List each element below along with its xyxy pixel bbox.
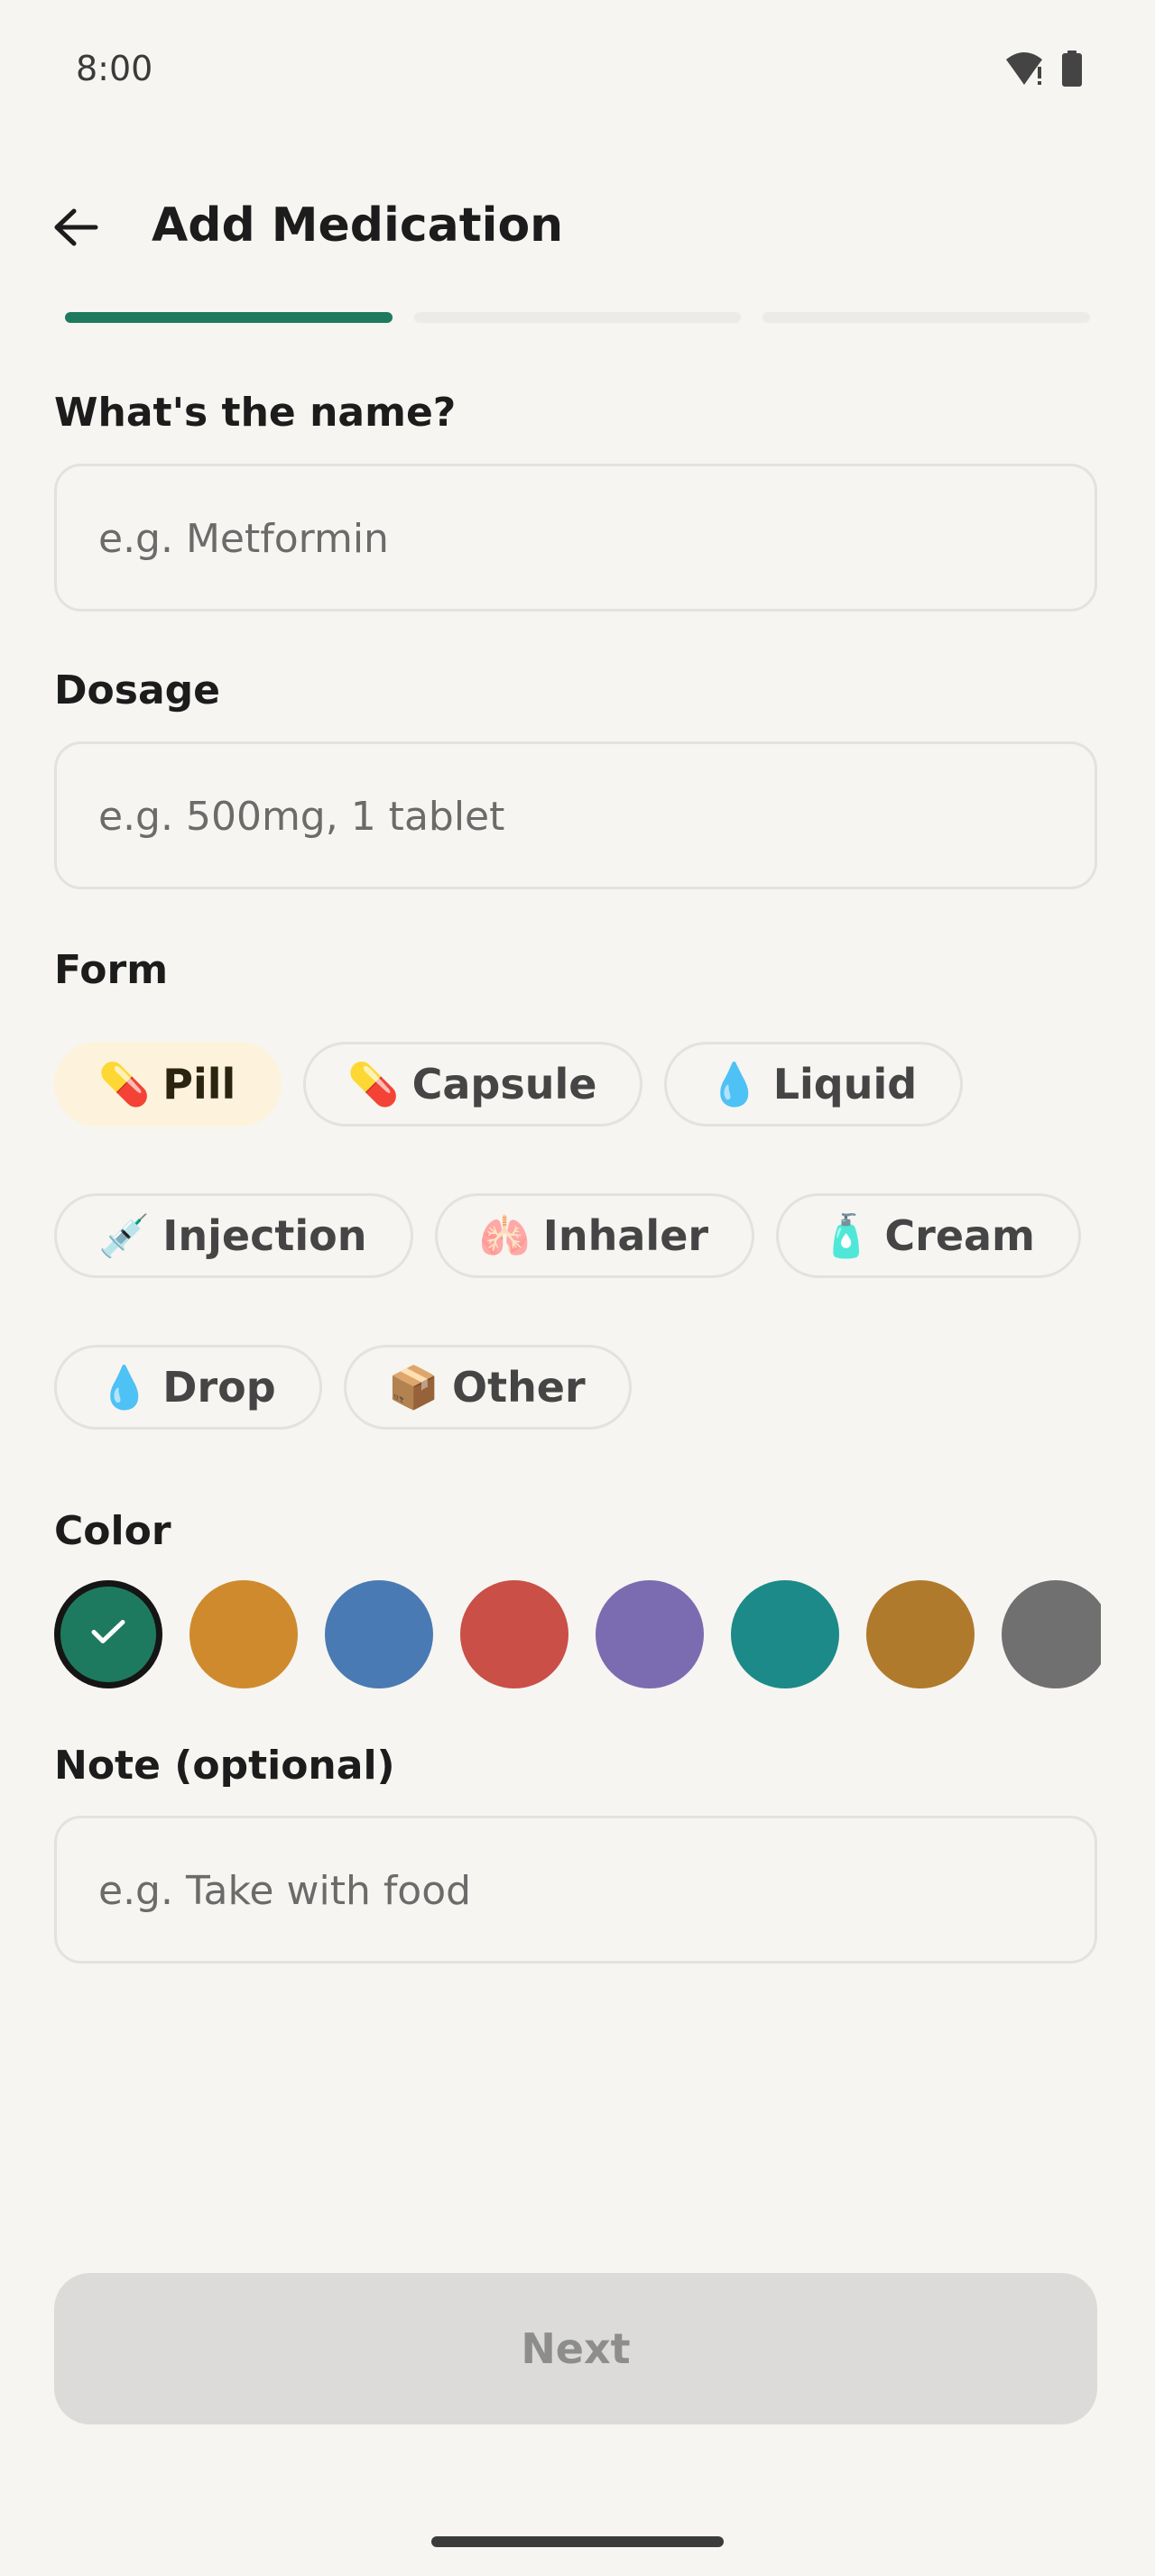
form-label: Form [54,947,169,993]
dosage-field[interactable] [54,741,1097,889]
droplet-icon: 💧 [98,1364,151,1411]
chip-label: Capsule [411,1060,597,1109]
add-medication-screen: 8:00 Add Medication What's the name? e.g… [0,0,1155,2576]
step-progress [65,312,1091,323]
droplet-icon: 💧 [708,1061,761,1108]
chip-label: Pill [162,1060,236,1109]
name-field[interactable] [54,464,1097,612]
color-label: Color [54,1508,171,1554]
arrow-back-icon [52,207,99,252]
form-chip-row-2: 💉 Injection 🫁 Inhaler 🧴 Cream [54,1193,1081,1278]
page-title: Add Medication [152,198,564,253]
pill-icon: 💊 [98,1061,151,1108]
name-input[interactable] [97,466,1057,611]
checkmark-icon [90,1619,126,1651]
color-swatch[interactable] [1002,1580,1101,1688]
chip-label: Drop [162,1363,276,1412]
form-chip-other[interactable]: 📦 Other [343,1345,632,1430]
form-chip-cream[interactable]: 🧴 Cream [776,1193,1081,1278]
color-swatch[interactable] [866,1580,975,1688]
form-chip-pill[interactable]: 💊 Pill [54,1042,282,1127]
form-chip-drop[interactable]: 💧 Drop [54,1345,322,1430]
next-button[interactable]: Next [54,2273,1097,2424]
note-label: Note (optional) [54,1743,395,1789]
progress-step-2 [413,312,742,323]
back-button[interactable] [42,195,110,263]
form-chip-row-3: 💧 Drop 📦 Other [54,1345,632,1430]
form-chip-injection[interactable]: 💉 Injection [54,1193,413,1278]
status-icons [1005,51,1083,91]
home-indicator [431,2536,724,2547]
lotion-bottle-icon: 🧴 [820,1212,873,1259]
capsule-icon: 💊 [347,1061,400,1108]
lungs-icon: 🫁 [478,1212,531,1259]
app-bar: Add Medication [0,180,1155,271]
dosage-label: Dosage [54,667,220,713]
color-swatch[interactable] [731,1580,839,1688]
progress-step-3 [762,312,1091,323]
chip-label: Liquid [772,1060,918,1109]
color-swatch-row [54,1578,1101,1690]
battery-icon [1061,51,1083,91]
color-swatch[interactable] [596,1580,704,1688]
progress-step-1 [65,312,393,323]
note-field[interactable] [54,1816,1097,1964]
form-chip-row-1: 💊 Pill 💊 Capsule 💧 Liquid [54,1042,964,1127]
dosage-input[interactable] [97,744,1057,888]
status-time: 8:00 [76,49,153,88]
form-chip-liquid[interactable]: 💧 Liquid [664,1042,964,1127]
color-swatch[interactable] [325,1580,433,1688]
syringe-icon: 💉 [98,1212,151,1259]
color-swatch[interactable] [460,1580,568,1688]
note-input[interactable] [97,1818,1057,1963]
wifi-alert-icon [1005,51,1047,91]
name-label: What's the name? [54,390,457,436]
form-chip-capsule[interactable]: 💊 Capsule [303,1042,643,1127]
chip-label: Cream [884,1211,1035,1260]
package-icon: 📦 [387,1364,439,1411]
color-swatch[interactable] [189,1580,298,1688]
chip-label: Inhaler [542,1211,709,1260]
chip-label: Injection [162,1211,367,1260]
status-bar: 8:00 [0,0,1155,135]
color-swatch[interactable] [54,1580,162,1688]
chip-label: Other [451,1363,586,1412]
form-chip-inhaler[interactable]: 🫁 Inhaler [434,1193,755,1278]
